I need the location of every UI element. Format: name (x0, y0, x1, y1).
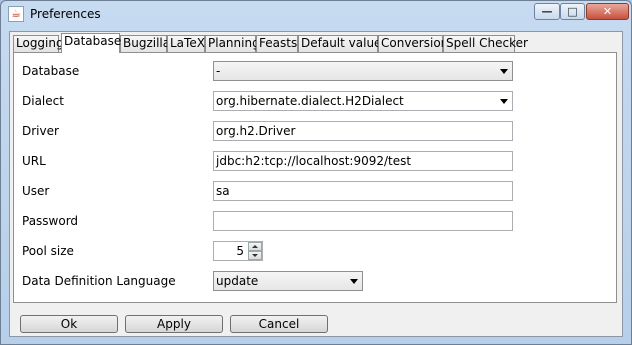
ddl-combo[interactable]: update (213, 271, 363, 291)
chevron-down-icon (500, 99, 508, 104)
tab-spell-checker[interactable]: Spell Checker (443, 35, 528, 52)
pool-size-label: Pool size (22, 244, 74, 258)
chevron-down-icon (350, 279, 358, 284)
url-field[interactable]: jdbc:h2:tcp://localhost:9092/test (213, 151, 513, 171)
minimize-icon: — (541, 5, 553, 18)
database-combo[interactable]: - (213, 61, 513, 81)
java-app-icon: ☕ (8, 6, 24, 22)
password-label: Password (22, 214, 79, 228)
ok-button[interactable]: Ok (20, 315, 118, 333)
spinner-up-icon[interactable] (248, 242, 262, 251)
maximize-icon: □ (567, 5, 578, 18)
close-icon: ✕ (602, 5, 613, 18)
ddl-label: Data Definition Language (22, 274, 176, 288)
user-field[interactable]: sa (213, 181, 513, 201)
tab-latex[interactable]: LaTeX (167, 35, 205, 52)
url-label: URL (22, 154, 46, 168)
user-label: User (22, 184, 50, 198)
dialect-value: org.hibernate.dialect.H2Dialect (216, 94, 404, 108)
tab-database[interactable]: Database (61, 33, 121, 53)
preferences-window: ☕ Preferences — □ ✕ Logging Database Bug… (0, 0, 632, 345)
driver-label: Driver (22, 124, 59, 138)
pool-size-value: 5 (236, 244, 244, 258)
tab-default-values[interactable]: Default values (298, 35, 388, 52)
tab-bugzilla[interactable]: Bugzilla (120, 35, 170, 52)
tab-conversion[interactable]: Conversion (378, 35, 448, 52)
minimize-button[interactable]: — (534, 3, 560, 20)
dialect-combo[interactable]: org.hibernate.dialect.H2Dialect (213, 91, 513, 111)
dialect-label: Dialect (22, 94, 64, 108)
maximize-button[interactable]: □ (560, 3, 585, 20)
driver-field[interactable]: org.h2.Driver (213, 121, 513, 141)
tab-feasts[interactable]: Feasts (256, 35, 298, 52)
tab-logging[interactable]: Logging (13, 35, 64, 52)
database-value: - (216, 64, 221, 78)
chevron-down-icon (500, 69, 508, 74)
cancel-button[interactable]: Cancel (230, 315, 328, 333)
spinner-down-icon[interactable] (248, 251, 262, 260)
ddl-value: update (216, 274, 259, 288)
title-bar[interactable]: ☕ Preferences — □ ✕ (1, 1, 631, 29)
dialog-content: Logging Database Bugzilla LaTeX Planning… (9, 31, 623, 337)
close-button[interactable]: ✕ (586, 3, 629, 20)
database-label: Database (22, 64, 80, 78)
pool-size-spinner[interactable]: 5 (213, 241, 263, 261)
database-settings-panel: Database - Dialect org.hibernate.dialect… (13, 52, 617, 303)
tab-planning[interactable]: Planning (205, 35, 260, 52)
window-title: Preferences (30, 7, 101, 21)
password-field[interactable] (213, 211, 513, 231)
apply-button[interactable]: Apply (125, 315, 223, 333)
